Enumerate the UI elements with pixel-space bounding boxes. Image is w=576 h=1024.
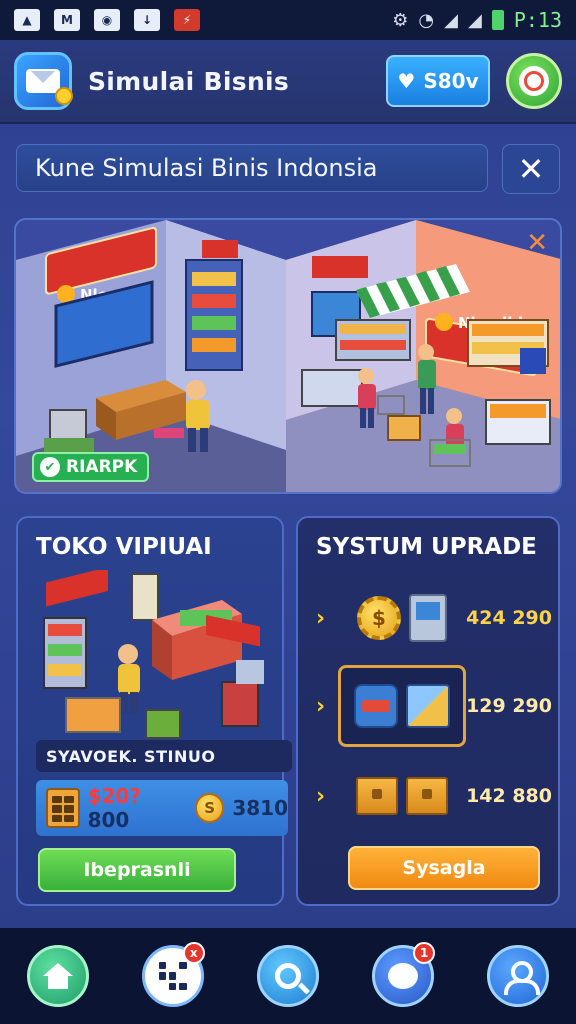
home-icon: [42, 963, 73, 989]
upgrade-panel: SYSTUM UPRADE › $ 424 290 › 129 290 › 14…: [296, 516, 560, 906]
store-illustration: [43, 570, 264, 739]
scene-badge-label: RIARPK: [66, 457, 138, 477]
upgrade-cost: 424 290: [466, 607, 552, 629]
nav-profile-button[interactable]: [487, 945, 550, 1007]
store-money: $20?800: [88, 784, 181, 832]
store-name-label: SYAVOEK. STINUO: [36, 740, 292, 772]
coin-dot-icon: [55, 87, 73, 105]
upgrade-action-button[interactable]: Sysagla: [348, 846, 540, 890]
chevron-right-icon: ›: [316, 693, 326, 719]
chevron-right-icon: ›: [316, 605, 326, 631]
mail-icon: M: [54, 9, 80, 31]
upgrade-cost: 142 880: [466, 785, 552, 807]
upgrade-cost: 129 290: [466, 695, 552, 717]
notification-badge: x: [182, 942, 205, 964]
notification-badge: 1: [413, 942, 436, 964]
chat-icon: [388, 963, 419, 989]
money-red-value: $20?: [87, 784, 141, 808]
bottom-navigation: x 1: [0, 928, 576, 1024]
app-header: Simulai Bisnis ♥ S80v: [0, 40, 576, 124]
coin-gear-icon: $: [357, 596, 401, 640]
save-button-label: S80v: [423, 69, 479, 93]
money-value: 800: [87, 808, 130, 832]
upgrade-item[interactable]: › 142 880: [316, 754, 552, 838]
calculator-icon: [46, 788, 80, 828]
coin-count: 3810: [232, 796, 289, 820]
nav-chat-button[interactable]: 1: [372, 942, 436, 1007]
signal-icon: ◢: [444, 9, 458, 31]
profile-icon: [519, 66, 549, 96]
profile-icon: [504, 961, 541, 995]
store-scene[interactable]: Nloobia Nbuelbl: [14, 218, 562, 494]
notification-icons: ▲ M ◉ ↓ ⚡: [14, 9, 200, 31]
check-icon: ✔: [40, 457, 60, 477]
app-icon: ⚡: [174, 9, 200, 31]
atm-icon: [409, 594, 447, 642]
nav-search-button[interactable]: [256, 945, 319, 1007]
store-panel-title: TOKO VIPIUAI: [36, 534, 212, 560]
store-action-button[interactable]: Ibeprasnli: [38, 848, 236, 892]
settings-gear-icon: ⚙: [392, 9, 409, 31]
scene-status-badge[interactable]: ✔ RIARPK: [32, 452, 150, 482]
crate-icon: [406, 777, 448, 815]
scene-close-icon[interactable]: ✕: [526, 228, 548, 258]
signal-2-icon: ◢: [467, 9, 482, 31]
upgrade-item-selected: [338, 665, 466, 747]
banner-close-button[interactable]: ✕: [502, 144, 560, 194]
camera-icon: ◉: [94, 9, 120, 31]
announcement-banner: Kune Simulasi Binis Indonsia: [16, 144, 488, 192]
grid-icon: [158, 962, 187, 990]
image-icon: ▲: [14, 9, 40, 31]
chevron-right-icon: ›: [316, 783, 326, 809]
profile-button[interactable]: [506, 53, 562, 109]
status-bar: ▲ M ◉ ↓ ⚡ ⚙ ◔ ◢ ◢ P:13: [0, 0, 576, 40]
cube-icon: [406, 684, 450, 728]
app-title: Simulai Bisnis: [88, 66, 290, 96]
coin-icon: S: [194, 793, 225, 823]
banner-text: Kune Simulasi Binis Indonsia: [35, 154, 378, 182]
heart-icon: ♥: [397, 69, 416, 93]
can-icon: [354, 684, 398, 728]
battery-icon: [491, 10, 504, 30]
download-icon: ↓: [134, 9, 160, 31]
nav-inventory-button[interactable]: x: [141, 942, 205, 1007]
upgrade-item[interactable]: › $ 424 290: [316, 576, 552, 660]
upgrade-panel-title: SYSTUM UPRADE: [316, 534, 537, 560]
nav-home-button[interactable]: [26, 945, 89, 1007]
crate-icon: [356, 777, 398, 815]
store-panel: TOKO VIPIUAI SYAVOEK. STINUO $20?800 S 3…: [16, 516, 292, 906]
envelope-icon: [26, 69, 60, 93]
clock: P:13: [513, 8, 562, 32]
upgrade-item[interactable]: › 129 290: [316, 664, 552, 748]
close-icon: ✕: [517, 150, 545, 188]
store-stats: $20?800 S 3810: [36, 780, 288, 836]
app-logo: [14, 52, 73, 110]
search-icon: [274, 963, 301, 989]
wifi-icon: ◔: [418, 9, 435, 31]
save-button[interactable]: ♥ S80v: [386, 55, 490, 107]
